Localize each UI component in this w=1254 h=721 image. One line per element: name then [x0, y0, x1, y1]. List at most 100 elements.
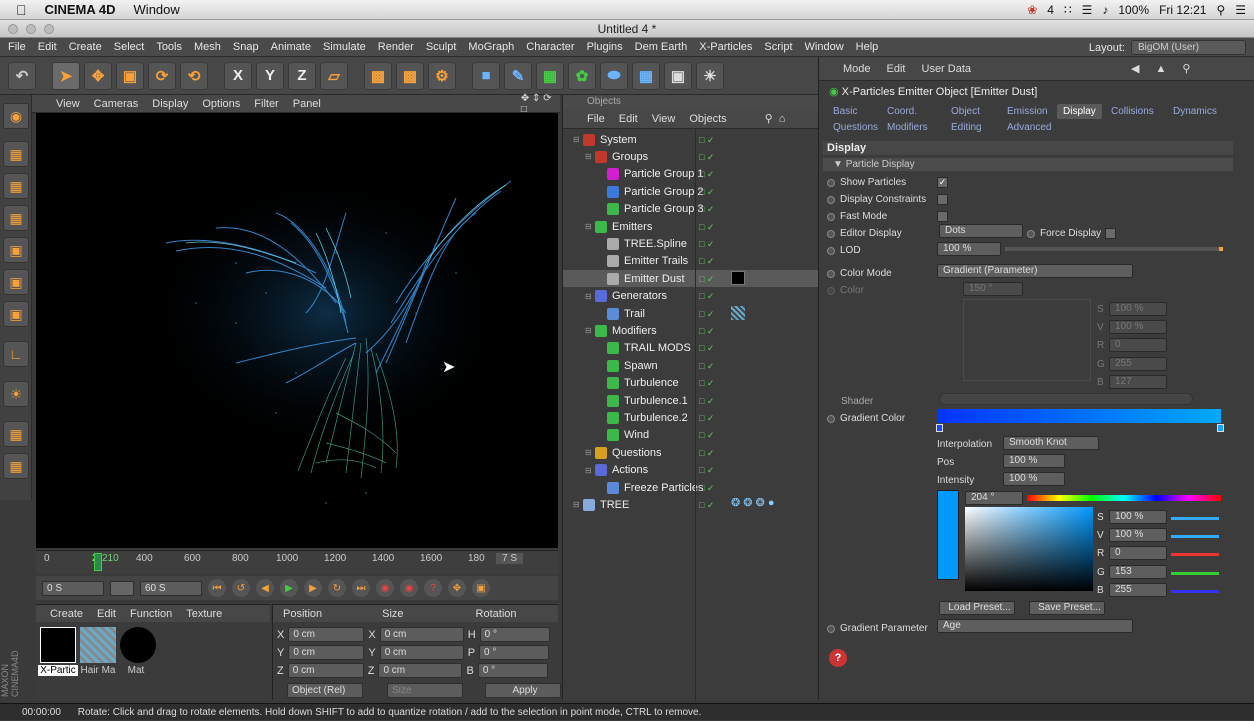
move-icon[interactable]: ✥: [84, 61, 112, 90]
channel-field[interactable]: 255: [1109, 582, 1167, 597]
material-ball-mat[interactable]: [120, 627, 156, 663]
editor-display-dropdown[interactable]: Dots: [939, 224, 1023, 238]
menu-tools[interactable]: Tools: [156, 41, 182, 53]
rotation-p-field[interactable]: 0 °: [479, 645, 550, 660]
visibility-toggle-icon[interactable]: □ ✓: [699, 343, 723, 353]
menu-help[interactable]: Help: [856, 41, 879, 53]
current-color-swatch[interactable]: [937, 490, 959, 580]
position-z-field[interactable]: 0 cm: [287, 663, 364, 678]
visibility-toggle-icon[interactable]: □ ✓: [699, 309, 723, 319]
object-tree-row[interactable]: Spawn □ ✓: [563, 357, 819, 374]
viewport[interactable]: ➤: [36, 113, 558, 548]
gradient-parameter-dropdown[interactable]: Age: [937, 619, 1133, 633]
attr-subsection[interactable]: ▼ Particle Display: [823, 158, 1233, 171]
intensity-field[interactable]: 100 %: [1003, 472, 1065, 486]
menu-select[interactable]: Select: [114, 41, 145, 53]
recent-tool-icon[interactable]: ⟲: [180, 61, 208, 90]
bluetooth-icon[interactable]: ∷: [1064, 3, 1072, 17]
fast-mode-checkbox[interactable]: [937, 211, 948, 222]
hue-slider[interactable]: [1027, 495, 1221, 501]
save-preset-button[interactable]: Save Preset...: [1029, 601, 1105, 615]
material-menu-function[interactable]: Function: [130, 608, 172, 620]
object-tree-row[interactable]: Emitter Dust □ ✓: [563, 270, 819, 288]
attr-tab[interactable]: Collisions: [1105, 104, 1160, 119]
notification-icon[interactable]: ☰: [1235, 3, 1246, 17]
menu-dem-earth[interactable]: Dem Earth: [635, 41, 688, 53]
axis-mode-icon[interactable]: ∟: [3, 341, 29, 367]
viewport-menu-panel[interactable]: Panel: [293, 98, 321, 110]
wifi-icon[interactable]: ☰: [1082, 3, 1093, 17]
shader-slot[interactable]: [939, 393, 1193, 405]
menu-x-particles[interactable]: X-Particles: [699, 41, 752, 53]
light-icon[interactable]: ☀: [696, 61, 724, 90]
layout-dropdown[interactable]: BigOM (User): [1131, 40, 1246, 55]
move-key-icon[interactable]: ✥: [448, 579, 466, 597]
viewport-menu-view[interactable]: View: [56, 98, 80, 110]
objects-home-icon[interactable]: ⌂: [779, 113, 786, 125]
camera-icon[interactable]: ▣: [664, 61, 692, 90]
workplane-lock-icon[interactable]: ▦: [3, 453, 29, 479]
animate-radio[interactable]: [827, 246, 835, 255]
minimize-window-icon[interactable]: [26, 24, 36, 34]
texture-mode-icon[interactable]: ▦: [3, 173, 29, 199]
menu-create[interactable]: Create: [69, 41, 102, 53]
material-ball-hair[interactable]: [80, 627, 116, 663]
animate-radio[interactable]: [827, 212, 835, 221]
object-tree-row[interactable]: TRAIL MODS □ ✓: [563, 340, 819, 357]
objects-menu-edit[interactable]: Edit: [619, 113, 638, 125]
timeline-current-time[interactable]: 7 S: [496, 553, 524, 564]
attr-tab[interactable]: Display: [1057, 104, 1102, 119]
size-mode-dropdown[interactable]: Size: [387, 683, 463, 698]
scale-icon[interactable]: ▣: [116, 61, 144, 90]
render-picture-viewer-icon[interactable]: ▩: [396, 61, 424, 90]
apple-icon[interactable]: : [16, 2, 27, 18]
visibility-toggle-icon[interactable]: □ ✓: [699, 222, 723, 232]
material-menu-edit[interactable]: Edit: [97, 608, 116, 620]
channel-field[interactable]: 0: [1109, 338, 1167, 353]
keyframe-selection-icon[interactable]: ?: [424, 579, 442, 597]
channel-slider[interactable]: [1171, 517, 1219, 520]
object-tree-row[interactable]: Particle Group 1 □ ✓: [563, 166, 819, 183]
deformer-icon[interactable]: ⬬: [600, 61, 628, 90]
go-to-start-icon[interactable]: ⏮: [208, 579, 226, 597]
x-axis-icon[interactable]: X: [224, 61, 252, 90]
animate-radio[interactable]: [827, 624, 835, 633]
menu-snap[interactable]: Snap: [233, 41, 259, 53]
visibility-toggle-icon[interactable]: □ ✓: [699, 274, 723, 284]
battery-percent[interactable]: 100%: [1118, 3, 1149, 17]
position-x-field[interactable]: 0 cm: [288, 627, 365, 642]
display-constraints-checkbox[interactable]: [937, 194, 948, 205]
channel-field[interactable]: 100 %: [1109, 302, 1167, 316]
next-frame-icon[interactable]: ▶: [304, 579, 322, 597]
zoom-window-icon[interactable]: [44, 24, 54, 34]
object-tree-row[interactable]: ⊟ System □ ✓: [563, 131, 819, 148]
position-y-field[interactable]: 0 cm: [288, 645, 365, 660]
z-axis-icon[interactable]: Z: [288, 61, 316, 90]
channel-field[interactable]: 100 %: [1109, 510, 1167, 524]
attr-tab[interactable]: Coord.: [881, 104, 923, 119]
channel-slider[interactable]: [1171, 589, 1219, 593]
render-view-icon[interactable]: ▩: [364, 61, 392, 90]
clock[interactable]: Fri 12:21: [1159, 3, 1206, 17]
previous-key-icon[interactable]: ↺: [232, 579, 250, 597]
color-mode-dropdown[interactable]: Gradient (Parameter): [937, 264, 1133, 278]
previous-frame-icon[interactable]: ◀: [256, 579, 274, 597]
object-tree-row[interactable]: Particle Group 3 □ ✓: [563, 201, 819, 218]
menu-window[interactable]: Window: [805, 41, 844, 53]
help-icon[interactable]: ?: [829, 649, 847, 667]
expand-icon[interactable]: ⊟: [573, 135, 583, 144]
subdivision-icon[interactable]: ▦: [536, 61, 564, 90]
record-icon[interactable]: ◉: [376, 579, 394, 597]
saturation-value-picker[interactable]: [965, 507, 1093, 591]
go-to-end-icon[interactable]: ⏭: [352, 579, 370, 597]
model-mode-icon[interactable]: ▦: [3, 141, 29, 167]
play-icon[interactable]: ▶: [280, 579, 298, 597]
expand-icon[interactable]: ⊟: [585, 448, 595, 457]
next-key-icon[interactable]: ↻: [328, 579, 346, 597]
lod-slider[interactable]: [1005, 247, 1223, 251]
object-tree-row[interactable]: Wind □ ✓: [563, 427, 819, 444]
gradient-knot-left[interactable]: [936, 424, 943, 432]
expand-icon[interactable]: ⊟: [585, 292, 595, 301]
animate-radio[interactable]: [827, 178, 835, 187]
color-h-field[interactable]: 150 °: [963, 282, 1023, 296]
